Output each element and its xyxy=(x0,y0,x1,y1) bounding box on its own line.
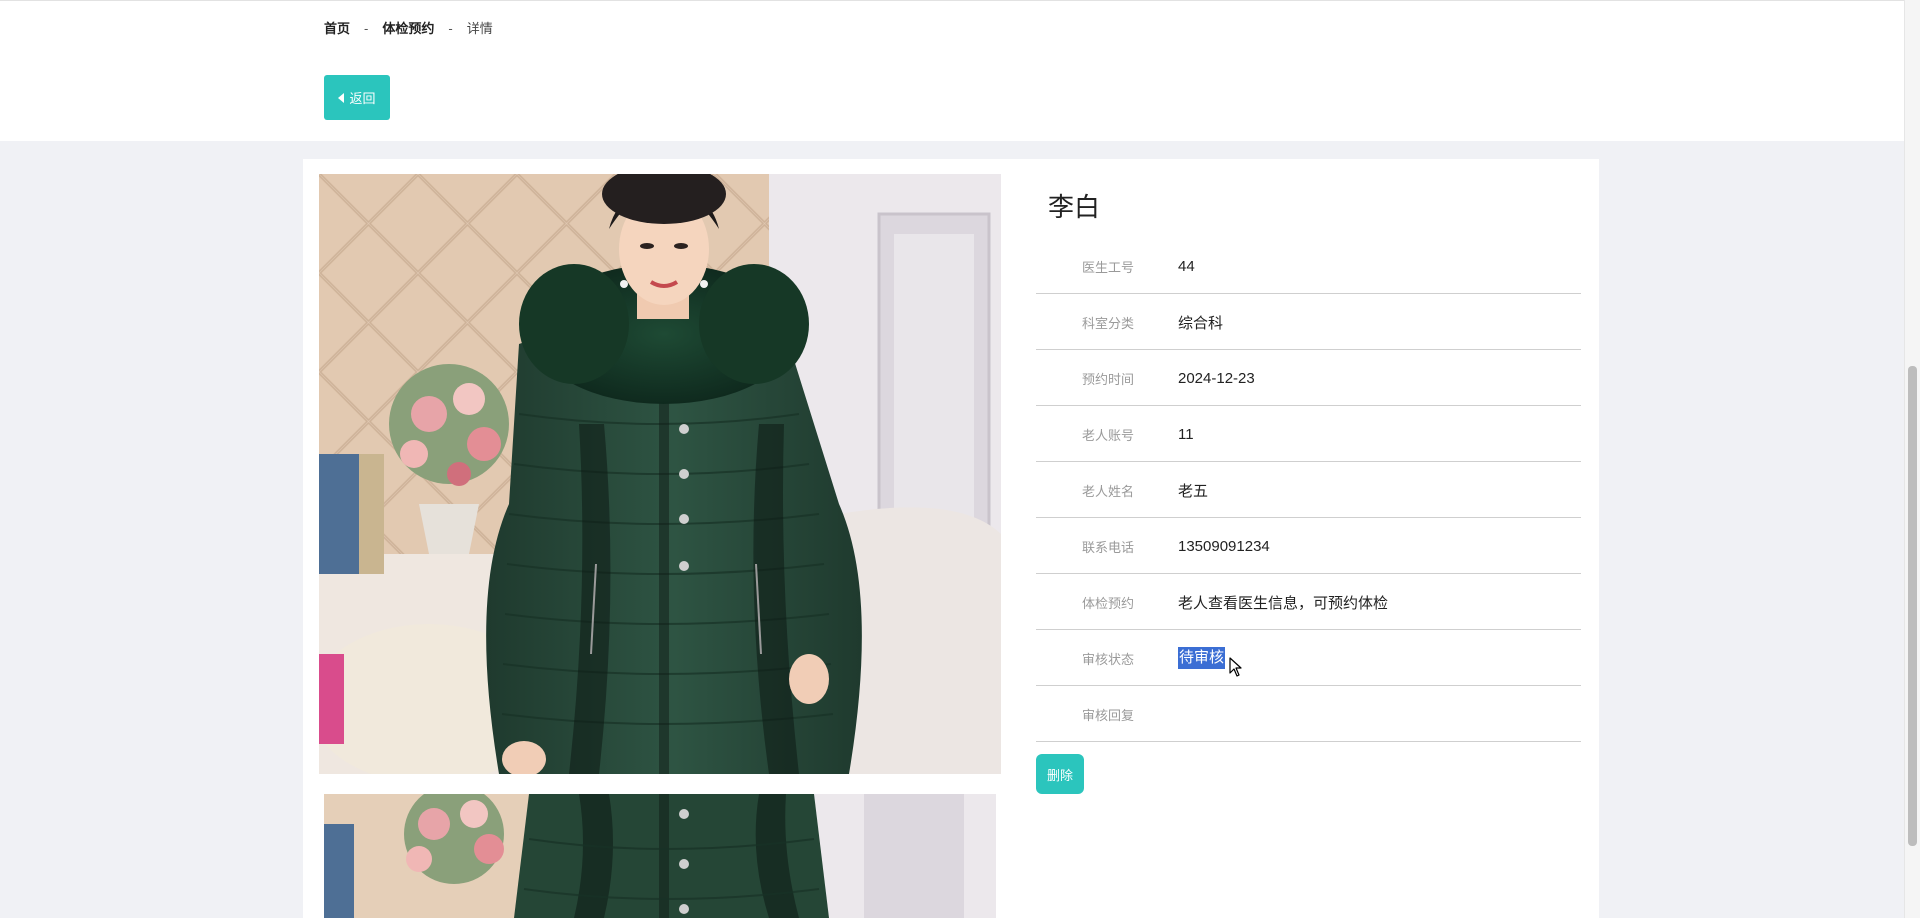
field-value: 老五 xyxy=(1178,482,1209,500)
mouse-cursor-icon xyxy=(1229,657,1242,677)
field-value: 2024-12-23 xyxy=(1178,369,1255,387)
breadcrumb-section[interactable]: 体检预约 xyxy=(382,20,434,38)
field-value: 13509091234 xyxy=(1178,537,1270,555)
caret-left-icon xyxy=(338,92,345,103)
field-row-phone: 联系电话 13509091234 xyxy=(1036,519,1581,574)
breadcrumb-separator: - xyxy=(448,21,453,36)
field-label: 审核状态 xyxy=(1081,651,1134,667)
field-row-checkup-booking: 体检预约 老人查看医生信息，可预约体检 xyxy=(1036,575,1581,630)
scrollbar-thumb[interactable] xyxy=(1908,366,1917,846)
page-title: 李白 xyxy=(1048,192,1101,222)
field-row-elder-name: 老人姓名 老五 xyxy=(1036,463,1581,518)
back-button[interactable]: 返回 xyxy=(324,75,390,120)
field-value: 11 xyxy=(1178,425,1194,443)
product-thumbnail-image[interactable] xyxy=(324,794,996,918)
field-row-appointment-time: 预约时间 2024-12-23 xyxy=(1036,351,1581,406)
field-label: 老人姓名 xyxy=(1081,483,1134,499)
field-row-doctor-id: 医生工号 44 xyxy=(1036,239,1581,294)
field-label: 医生工号 xyxy=(1081,259,1134,275)
field-value: 综合科 xyxy=(1178,314,1224,332)
breadcrumb-home[interactable]: 首页 xyxy=(324,20,350,38)
back-button-label: 返回 xyxy=(349,91,376,106)
breadcrumb: 首页 - 体检预约 - 详情 xyxy=(324,20,493,38)
field-label: 预约时间 xyxy=(1081,371,1134,387)
delete-button[interactable]: 删除 xyxy=(1036,754,1084,794)
breadcrumb-current: 详情 xyxy=(466,21,493,36)
field-label: 老人账号 xyxy=(1081,427,1134,443)
product-main-image xyxy=(319,174,1001,774)
review-status-value-selected: 待审核 xyxy=(1178,647,1226,669)
breadcrumb-separator: - xyxy=(364,21,369,36)
top-header: 首页 - 体检预约 - 详情 返回 xyxy=(0,0,1904,141)
detail-card: 李白 医生工号 44 科室分类 综合科 预约时间 2024-12-23 老人账号… xyxy=(303,159,1599,918)
field-row-elder-account: 老人账号 11 xyxy=(1036,407,1581,462)
field-label: 联系电话 xyxy=(1081,539,1134,555)
field-row-review-status: 审核状态 待审核 xyxy=(1036,631,1581,686)
field-label: 科室分类 xyxy=(1081,315,1134,331)
detail-field-list: 医生工号 44 科室分类 综合科 预约时间 2024-12-23 老人账号 11… xyxy=(1036,239,1581,743)
field-label: 审核回复 xyxy=(1081,707,1134,723)
field-value: 44 xyxy=(1178,257,1195,275)
field-label: 体检预约 xyxy=(1081,595,1134,611)
field-row-department: 科室分类 综合科 xyxy=(1036,295,1581,350)
field-row-review-reply: 审核回复 xyxy=(1036,687,1581,742)
field-value: 老人查看医生信息，可预约体检 xyxy=(1178,594,1389,612)
page-scrollbar[interactable] xyxy=(1904,0,1920,918)
